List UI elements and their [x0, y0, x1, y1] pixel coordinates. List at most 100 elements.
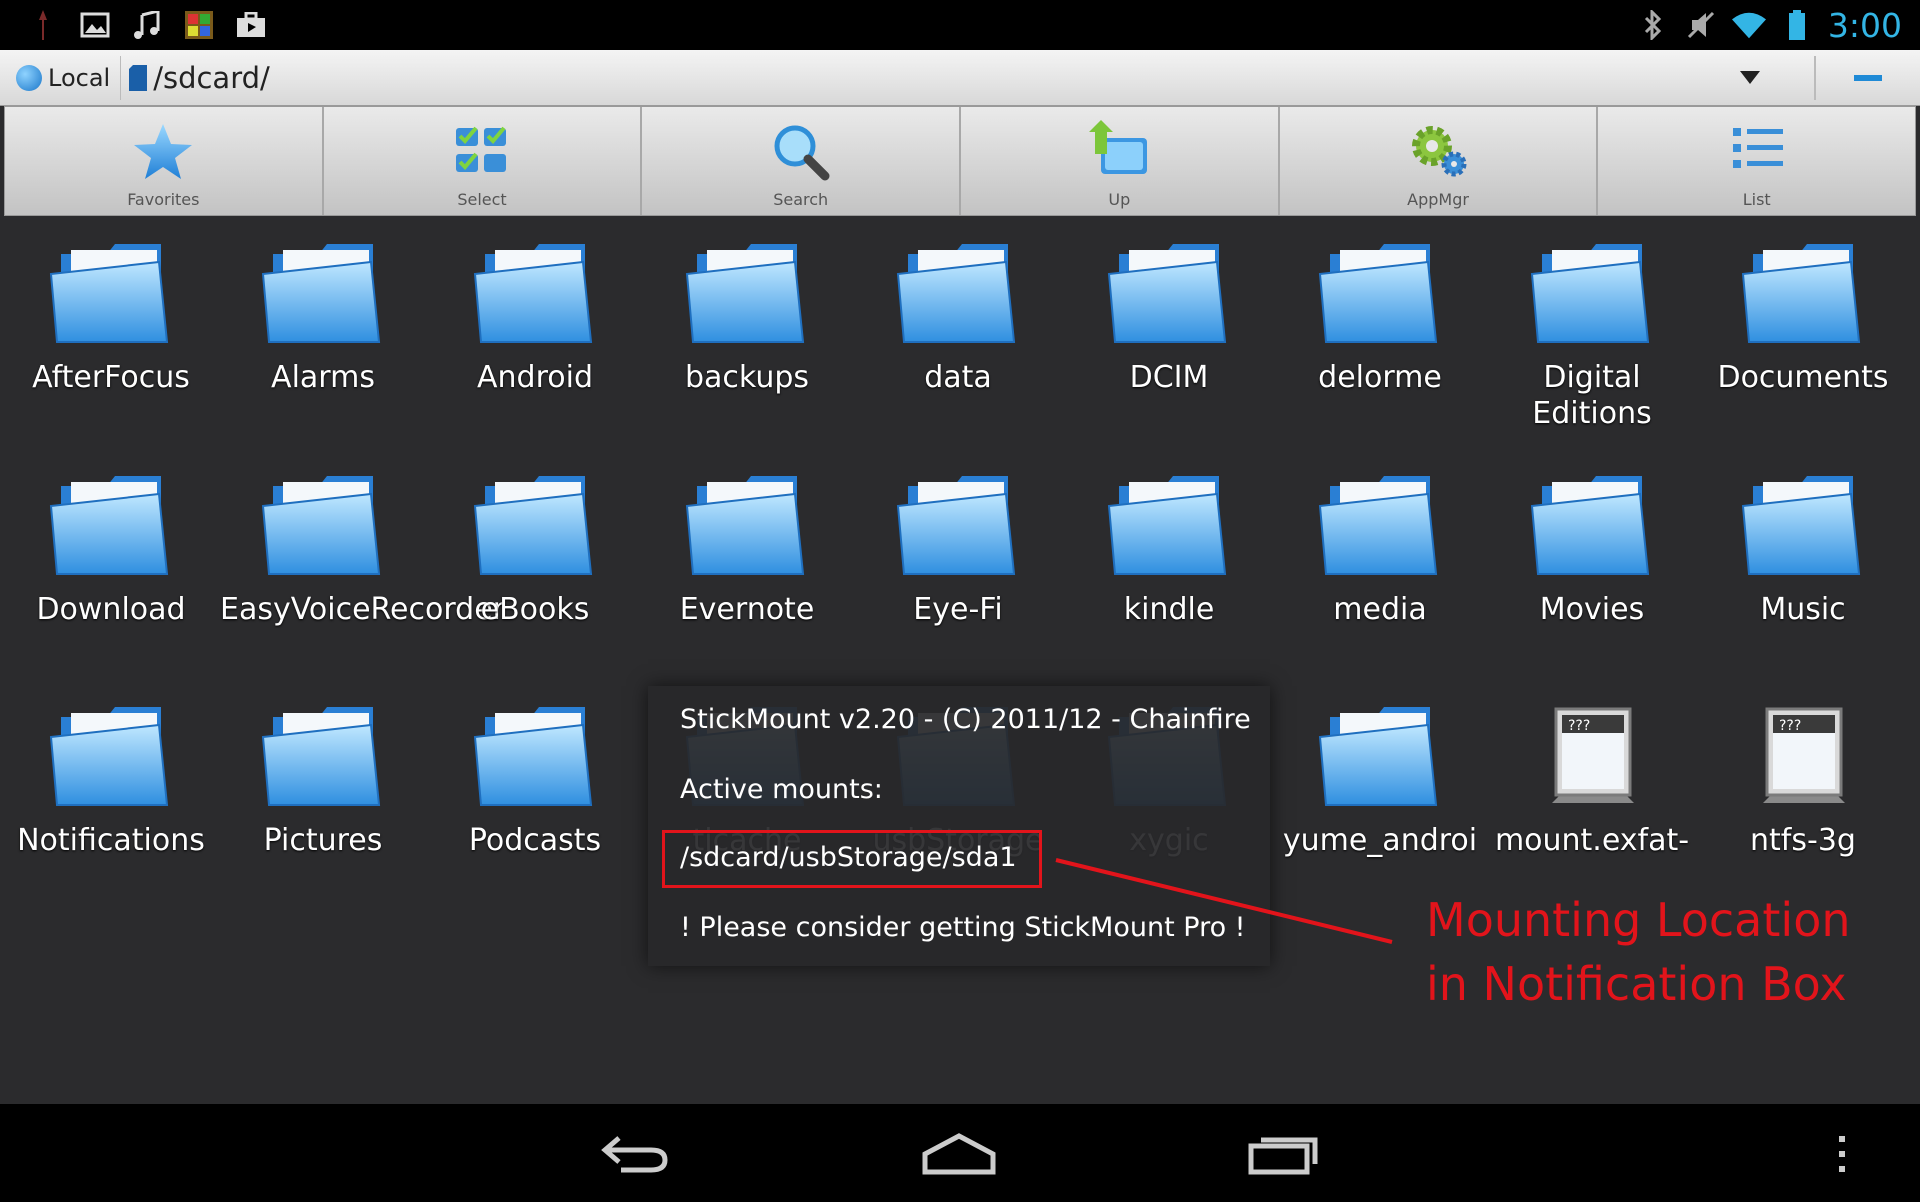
- up-label: Up: [1108, 190, 1131, 209]
- wifi-icon: [1731, 10, 1766, 40]
- collapse-button[interactable]: [1816, 56, 1920, 100]
- home-button[interactable]: [914, 1124, 1004, 1184]
- item-label: Alarms: [271, 360, 375, 395]
- folder-item[interactable]: Alarms: [220, 240, 426, 396]
- item-label: Documents: [1717, 360, 1889, 395]
- navigation-bar: [0, 1104, 1920, 1202]
- folder-item[interactable]: Movies: [1489, 472, 1695, 628]
- folder-icon: [473, 476, 593, 575]
- notification-popup: StickMount v2.20 - (C) 2011/12 - Chainfi…: [648, 686, 1270, 966]
- folder-item[interactable]: AfterFocus: [8, 240, 214, 396]
- select-button[interactable]: Select: [324, 107, 643, 215]
- popup-title: StickMount v2.20 - (C) 2011/12 - Chainfi…: [680, 704, 1251, 735]
- item-label: delorme: [1318, 360, 1442, 395]
- folder-item[interactable]: Download: [8, 472, 214, 628]
- annotation-line-2: in Notification Box: [1426, 957, 1847, 1011]
- briefcase-icon: [234, 10, 268, 40]
- back-button[interactable]: [590, 1124, 680, 1184]
- select-label: Select: [457, 190, 507, 209]
- usb-debug-icon: [26, 10, 60, 40]
- popup-active-mounts-label: Active mounts:: [680, 774, 883, 805]
- item-label: Android: [477, 360, 593, 395]
- back-icon: [601, 1136, 668, 1173]
- svg-text:???: ???: [1779, 718, 1801, 734]
- favorites-button[interactable]: Favorites: [5, 107, 324, 215]
- item-label: ntfs-3g: [1750, 823, 1856, 858]
- home-icon: [922, 1133, 996, 1175]
- item-label: Movies: [1539, 592, 1645, 627]
- file-item[interactable]: ??? ntfs-3g: [1700, 703, 1906, 859]
- annotation-line-1: Mounting Location: [1426, 893, 1851, 947]
- search-icon: [774, 125, 830, 181]
- folder-item[interactable]: Pictures: [220, 703, 426, 859]
- folder-icon: [473, 707, 593, 806]
- up-folder-icon: [1089, 120, 1148, 174]
- favorites-label: Favorites: [127, 190, 200, 209]
- folder-item[interactable]: Podcasts: [432, 703, 638, 859]
- item-label: media: [1333, 592, 1427, 627]
- folder-item[interactable]: Eye-Fi: [855, 472, 1061, 628]
- folder-icon: [896, 476, 1016, 575]
- local-storage-button[interactable]: Local: [6, 55, 122, 100]
- dropdown-arrow-icon: [1740, 71, 1760, 84]
- toolbar: Favorites Select Search Up AppMgr List: [4, 106, 1916, 216]
- file-item[interactable]: ??? mount.exfat-: [1489, 703, 1695, 859]
- item-label: Evernote: [679, 592, 815, 627]
- overflow-menu-button[interactable]: [1822, 1124, 1862, 1184]
- folder-icon: [1530, 244, 1650, 343]
- folder-icon: [1741, 476, 1861, 575]
- folder-item[interactable]: data: [855, 240, 1061, 396]
- search-button[interactable]: Search: [642, 107, 962, 215]
- folder-icon: [896, 244, 1016, 343]
- file-manager-screen: 3:00 Local /sdcard/ Favorites Select Sea…: [0, 0, 1920, 1202]
- sdcard-icon: [129, 64, 148, 91]
- folder-item[interactable]: yume_androi: [1277, 703, 1483, 859]
- folder-item[interactable]: DCIM: [1066, 240, 1272, 396]
- minus-icon: [1854, 74, 1882, 81]
- popup-mount-path: /sdcard/usbStorage/sda1: [680, 842, 1017, 873]
- folder-icon: [49, 476, 169, 575]
- list-icon: [1732, 128, 1783, 168]
- list-view-button[interactable]: List: [1598, 107, 1915, 215]
- folder-item[interactable]: eBooks: [432, 472, 638, 628]
- item-label: Notifications: [17, 823, 205, 858]
- item-label: mount.exfat-: [1494, 823, 1690, 858]
- folder-item[interactable]: Music: [1700, 472, 1906, 628]
- folder-item[interactable]: Documents: [1700, 240, 1906, 396]
- item-label: DCIM: [1129, 360, 1209, 395]
- folder-icon: [1741, 244, 1861, 343]
- status-bar: 3:00: [0, 0, 1920, 50]
- folder-item[interactable]: kindle: [1066, 472, 1272, 628]
- folder-item[interactable]: Digital Editions: [1489, 240, 1695, 432]
- folder-item[interactable]: media: [1277, 472, 1483, 628]
- folder-item[interactable]: EasyVoiceRecorder: [220, 472, 505, 628]
- appmgr-button[interactable]: AppMgr: [1280, 107, 1599, 215]
- bluetooth-icon: [1636, 10, 1670, 40]
- folder-item[interactable]: delorme: [1277, 240, 1483, 396]
- folder-icon: [49, 707, 169, 806]
- battery-icon: [1780, 10, 1814, 40]
- folder-item[interactable]: backups: [644, 240, 850, 396]
- svg-text:???: ???: [1568, 718, 1590, 734]
- mute-icon: [1684, 10, 1718, 40]
- gear-icon: [1412, 126, 1467, 177]
- folder-icon: [685, 476, 805, 575]
- recent-apps-button[interactable]: [1238, 1124, 1328, 1184]
- item-label: Digital Editions: [1532, 360, 1652, 431]
- item-label: Music: [1760, 592, 1846, 627]
- list-label: List: [1742, 190, 1771, 209]
- item-label: Pictures: [263, 823, 383, 858]
- folder-icon: [1318, 476, 1438, 575]
- item-label: eBooks: [480, 592, 590, 627]
- file-icon: ???: [1552, 707, 1634, 803]
- path-dropdown[interactable]: /sdcard/: [129, 56, 1806, 100]
- folder-item[interactable]: Notifications: [8, 703, 214, 859]
- up-button[interactable]: Up: [961, 107, 1280, 215]
- folder-icon: [1318, 244, 1438, 343]
- folder-item[interactable]: Evernote: [644, 472, 850, 628]
- folder-icon: [49, 244, 169, 343]
- folder-icon: [261, 707, 381, 806]
- local-label: Local: [48, 63, 111, 92]
- folder-item[interactable]: Android: [432, 240, 638, 396]
- item-label: kindle: [1123, 592, 1215, 627]
